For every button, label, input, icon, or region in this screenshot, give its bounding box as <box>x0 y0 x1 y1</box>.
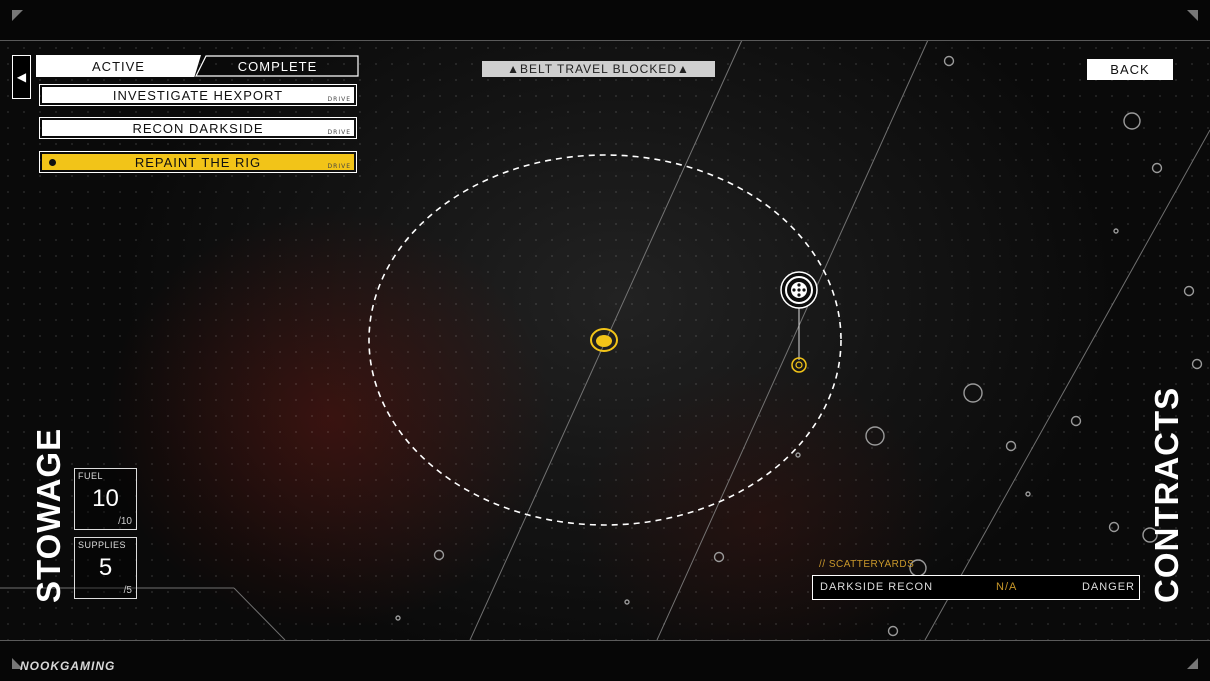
contract-tag: DRIVE <box>327 163 351 170</box>
contract-label: REPAINT THE RIG <box>134 154 262 170</box>
fuel-max: /10 <box>118 516 132 527</box>
contract-detail-name: DARKSIDE RECON <box>820 581 934 593</box>
asteroid <box>1070 415 1082 427</box>
asteroid <box>1025 491 1031 497</box>
back-button[interactable]: BACK <box>1087 59 1173 80</box>
contract-label: RECON DARKSIDE <box>132 120 264 136</box>
contract-label: INVESTIGATE HEXPORT <box>112 87 284 103</box>
asteroid <box>887 625 899 637</box>
asteroid <box>1191 358 1203 370</box>
tab-active[interactable]: ACTIVE <box>36 55 201 77</box>
asteroid <box>1123 112 1141 130</box>
asteroid <box>624 599 630 605</box>
asteroid <box>1113 228 1119 234</box>
contract-item-investigate-hexport[interactable]: INVESTIGATE HEXPORT DRIVE <box>39 84 357 106</box>
corner-marker-icon <box>1187 10 1198 21</box>
contract-tag: DRIVE <box>327 129 351 136</box>
asteroid <box>1005 440 1017 452</box>
asteroid <box>795 452 801 458</box>
top-bar <box>0 0 1210 41</box>
supplies-label: SUPPLIES <box>78 540 127 550</box>
tab-complete[interactable]: COMPLETE <box>196 55 359 77</box>
belt-line <box>656 39 929 641</box>
asteroid <box>1151 162 1163 174</box>
contract-item-recon-darkside[interactable]: RECON DARKSIDE DRIVE <box>39 117 357 139</box>
selected-indicator-icon <box>49 159 56 166</box>
watermark-logo: NOOKGAMING <box>20 659 116 673</box>
contract-detail-value: N/A <box>996 581 1018 593</box>
location-target-icon <box>780 271 818 373</box>
asteroid <box>713 551 725 563</box>
belt-travel-blocked-banner: ▲BELT TRAVEL BLOCKED▲ <box>482 61 715 77</box>
asteroid <box>1108 521 1120 533</box>
contract-detail-row[interactable]: DARKSIDE RECON N/A DANGER <box>812 575 1140 600</box>
left-triangle-icon: ◀ <box>16 70 27 84</box>
asteroid <box>943 55 955 67</box>
contract-detail-risk: DANGER <box>1081 581 1135 593</box>
contract-tag: DRIVE <box>327 96 351 103</box>
player-position-icon <box>590 328 618 352</box>
stowage-title: STOWAGE <box>30 427 67 603</box>
supplies-max: /5 <box>123 585 132 596</box>
asteroid <box>865 426 885 446</box>
fuel-value: 10 <box>92 485 119 512</box>
asteroid <box>963 383 983 403</box>
frame-line <box>233 587 286 641</box>
corner-marker-icon <box>12 10 23 21</box>
fuel-stat: FUEL 10 /10 <box>74 468 137 530</box>
asteroid <box>1183 285 1195 297</box>
contract-item-repaint-the-rig[interactable]: REPAINT THE RIG DRIVE <box>39 151 357 173</box>
bottom-bar <box>0 640 1210 681</box>
supplies-value: 5 <box>98 554 113 581</box>
corner-marker-icon <box>1187 658 1198 669</box>
asteroid <box>395 615 401 621</box>
contracts-title: CONTRACTS <box>1148 386 1185 603</box>
supplies-stat: SUPPLIES 5 /5 <box>74 537 137 599</box>
asteroid <box>433 549 445 561</box>
location-label: // SCATTERYARDS <box>819 559 915 570</box>
collapse-panel-button[interactable]: ◀ <box>12 55 31 99</box>
fuel-label: FUEL <box>78 471 104 481</box>
